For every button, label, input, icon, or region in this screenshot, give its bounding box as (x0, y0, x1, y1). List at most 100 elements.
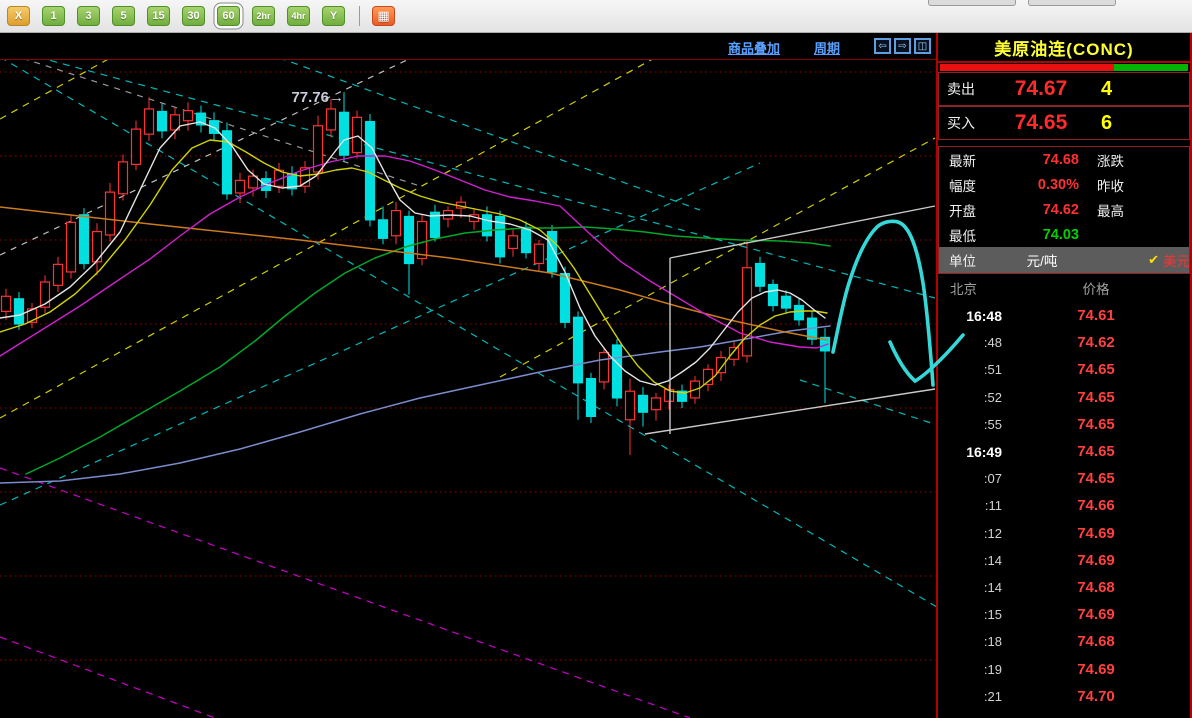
candle-body (650, 397, 662, 411)
tick-table: 16:48 74.61:48 74.62:51 74.65:52 74.65:55 74.… (938, 302, 1190, 710)
candle-body (481, 214, 493, 237)
candle-body (598, 351, 610, 383)
unit-label: 单位 (949, 254, 976, 269)
buy-sell-strength-bar (940, 64, 1188, 71)
tick-row: :15 74.69 (938, 601, 1190, 628)
chart-header: 商品叠加 周期 ⇦ ⇨ ◫ (0, 33, 936, 60)
tick-price: 74.65 (1077, 443, 1115, 461)
tick-time: :19 (983, 661, 1002, 677)
trading-app-window: X 1 3 5 15 30 60 2hr 4hr Y ▦ 商品叠加 周期 ⇦ ⇨ ◫ 77.76→ … (0, 0, 1192, 718)
tick-time: :12 (983, 525, 1002, 541)
stat-value: 74.62 (1042, 201, 1079, 218)
channel-line-0 (669, 205, 936, 259)
symbol-title: 美原油连(CONC) (994, 39, 1134, 59)
tick-table-header: 北京 价格 (938, 274, 1190, 302)
candle-body (65, 221, 77, 273)
stat-label: 最低 (949, 228, 976, 244)
prev-arrow-icon[interactable]: ⇦ (874, 38, 891, 54)
layout-grid-icon[interactable]: ▦ (372, 6, 395, 26)
candle-body (403, 215, 415, 265)
tick-price: 74.69 (1077, 524, 1115, 542)
candle-body (507, 235, 519, 250)
candle-body (364, 120, 376, 221)
tick-price: 74.65 (1077, 470, 1115, 488)
candle-body (117, 161, 129, 195)
candle-body (377, 219, 389, 239)
timeframe-4hr-button[interactable]: 4hr (287, 6, 310, 26)
trendline-cyan-down-short (799, 379, 936, 426)
candle-body (624, 390, 636, 421)
candle-body (104, 191, 116, 236)
split-view-icon[interactable]: ◫ (914, 38, 931, 54)
timeframe-15-button[interactable]: 15 (147, 6, 170, 26)
candle-body (143, 108, 155, 135)
timeframe-Y-button[interactable]: Y (322, 6, 345, 26)
tick-time: :14 (983, 579, 1002, 595)
trendline-cyan-down-2 (283, 60, 701, 211)
tick-time: :11 (984, 498, 1002, 514)
tick-price: 74.69 (1077, 551, 1115, 569)
trendline-yellow-up-3 (499, 137, 936, 378)
quote-panel: 美原油连(CONC) 卖出 74.67 4 买入 74.65 6 最新 74.68… (936, 33, 1192, 718)
candle-body (793, 304, 805, 321)
timeframe-3-button[interactable]: 3 (77, 6, 100, 26)
candle-body (416, 220, 428, 260)
overlay-symbols-link[interactable]: 商品叠加 (728, 38, 780, 57)
candle-body (533, 243, 545, 265)
stat-label-2: 昨收 (1097, 178, 1124, 194)
candle-body (338, 111, 350, 156)
tick-row: 16:49 74.65 (938, 438, 1190, 465)
price-column-header: 价格 (1082, 282, 1110, 297)
stat-label: 开盘 (949, 203, 976, 219)
candle-body (572, 316, 584, 384)
tick-price: 74.61 (1077, 307, 1115, 325)
currency-label: 美元 (1163, 254, 1189, 269)
stats-box: 最新 74.68 涨跌 幅度 0.30% 昨收 开盘 74.62 最高 最低 74.03 单位 元/… (938, 146, 1190, 274)
next-arrow-icon[interactable]: ⇨ (894, 38, 911, 54)
check-icon[interactable]: ✔ (1148, 252, 1159, 268)
buy-label: 买入 (947, 115, 975, 131)
high-price-annotation: 77.76→ (291, 89, 344, 106)
timeframe-close-button[interactable]: X (7, 6, 30, 26)
stat-row: 最低 74.03 (939, 222, 1189, 247)
stat-value: 74.68 (1042, 151, 1079, 168)
tick-row: 16:48 74.61 (938, 302, 1190, 329)
tick-price: 74.69 (1077, 660, 1115, 678)
timeframe-30-button[interactable]: 30 (182, 6, 205, 26)
cropped-top-button-2[interactable] (1028, 0, 1116, 6)
stat-label: 幅度 (949, 178, 976, 194)
price-chart[interactable]: 77.76→ (0, 60, 936, 718)
candle-body (234, 179, 246, 194)
candle-body (767, 283, 779, 307)
cropped-top-button-1[interactable] (928, 0, 1016, 6)
candle-body (78, 214, 90, 265)
tick-time: :52 (983, 389, 1002, 405)
timeframe-1-button[interactable]: 1 (42, 6, 65, 26)
timeframe-5-button[interactable]: 5 (112, 6, 135, 26)
tick-row: :14 74.69 (938, 547, 1190, 574)
tick-time: :21 (983, 688, 1002, 704)
timeframe-60-button[interactable]: 60 (217, 6, 240, 26)
toolbar-separator (359, 6, 360, 26)
tick-price: 74.65 (1077, 415, 1115, 433)
tick-row: :11 74.66 (938, 492, 1190, 519)
candle-body (611, 344, 623, 399)
period-link[interactable]: 周期 (814, 38, 840, 57)
candle-body (728, 346, 740, 360)
tick-time: 16:49 (966, 443, 1002, 460)
candle-body (156, 110, 168, 132)
timeframe-2hr-button[interactable]: 2hr (252, 6, 275, 26)
buy-strength (1113, 64, 1188, 71)
time-column-header: 北京 (950, 282, 977, 297)
candle-body (325, 108, 337, 131)
tick-row: :52 74.65 (938, 384, 1190, 411)
sell-price: 74.67 (1014, 77, 1068, 100)
ma-long-green (25, 226, 831, 475)
tick-time: :18 (983, 634, 1002, 650)
candle-body (13, 298, 25, 325)
chart-area[interactable]: 商品叠加 周期 ⇦ ⇨ ◫ 77.76→ (0, 33, 936, 718)
tick-price: 74.70 (1077, 687, 1115, 705)
buy-row: 买入 74.65 6 (938, 106, 1190, 140)
sell-qty: 4 (1101, 77, 1113, 100)
stat-row: 幅度 0.30% 昨收 (939, 172, 1189, 197)
